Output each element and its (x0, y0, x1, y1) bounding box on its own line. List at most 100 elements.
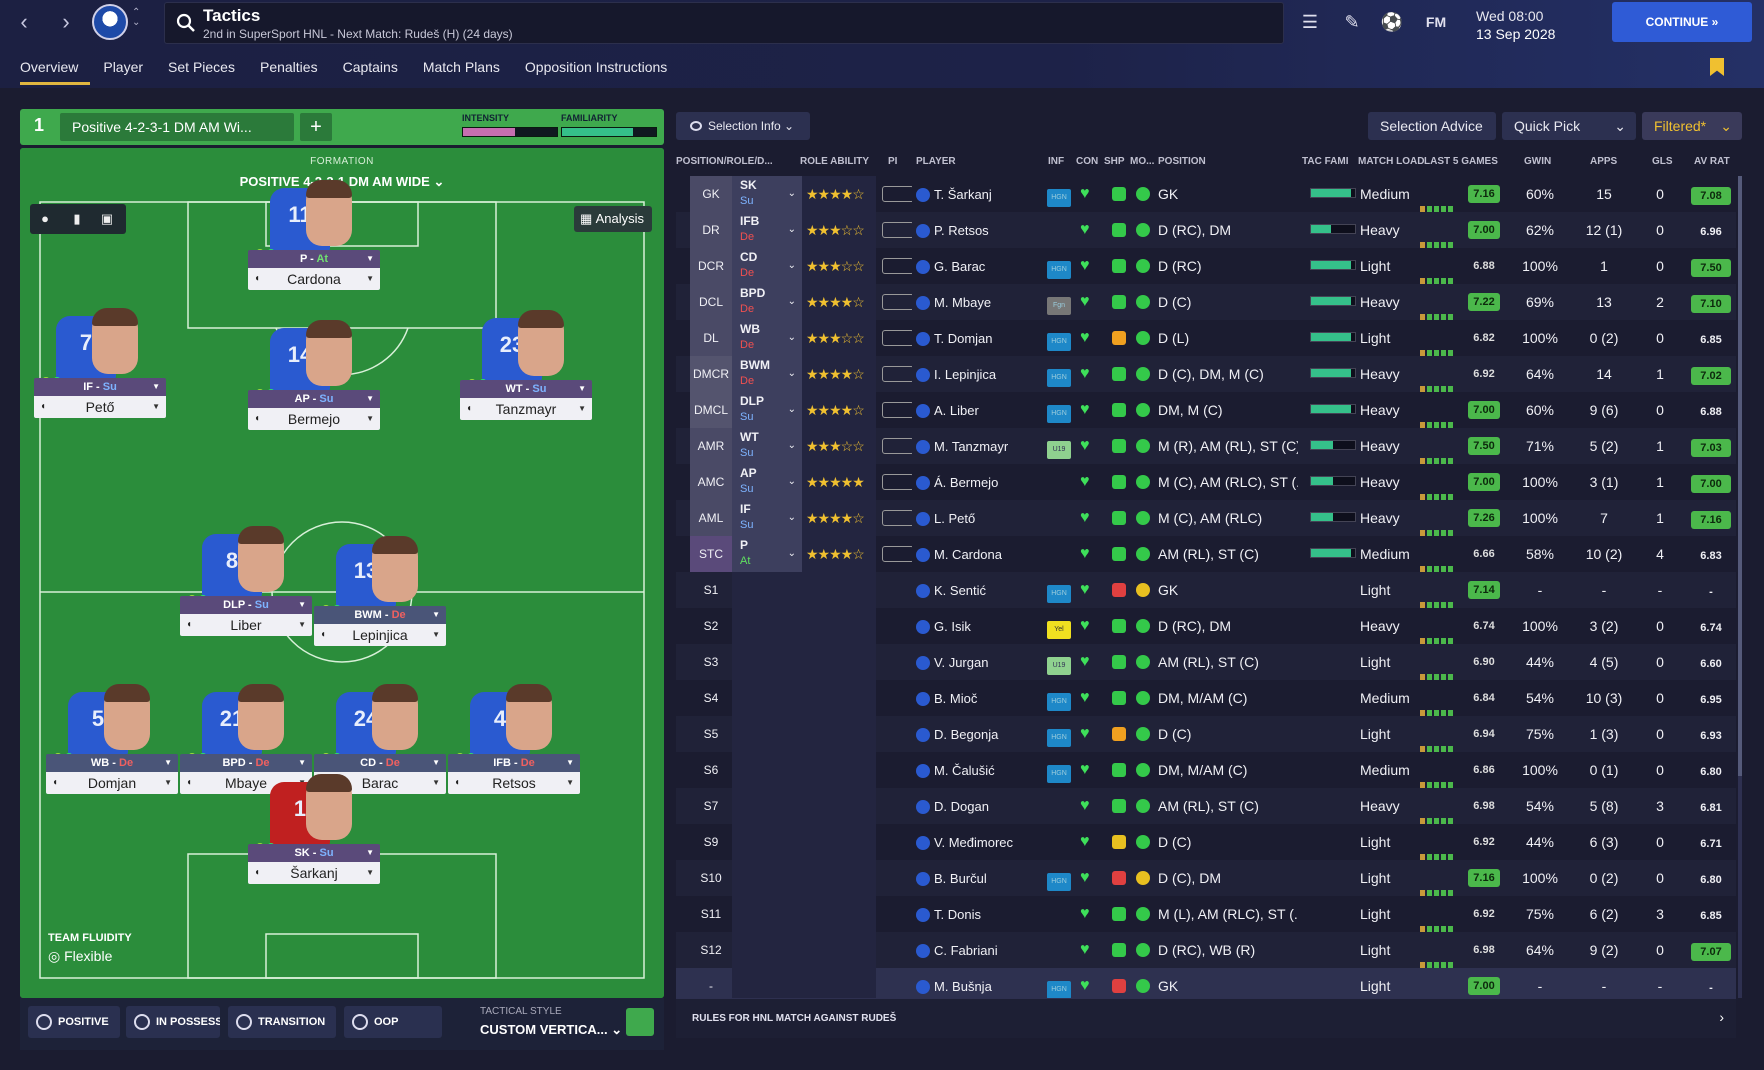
table-row[interactable]: AML IF Su ⌄ ★★★★☆ L. Pető ♥ M (C), AM (RLC) Heav… (676, 500, 1736, 536)
player-instructions[interactable] (876, 356, 912, 392)
back-arrow-icon[interactable]: ‹ (12, 10, 36, 34)
col-player[interactable]: PLAYER (916, 156, 956, 167)
table-row[interactable]: GK SK Su ⌄ ★★★★☆ T. Šarkanj HGN ♥ GK Medium 7.16 60… (676, 176, 1736, 212)
col-pi[interactable]: PI (888, 156, 897, 167)
table-row[interactable]: DL WB De ⌄ ★★★☆☆ T. Domjan HGN ♥ D (L) Light 6.82 1… (676, 320, 1736, 356)
col-last5[interactable]: LAST 5 GAMES (1424, 156, 1498, 167)
col-apps[interactable]: APPS (1590, 156, 1617, 167)
role-cell[interactable]: WT Su ⌄ (732, 428, 802, 464)
player-instructions[interactable] (876, 320, 912, 356)
filter-dropdown[interactable]: Filtered* ⌄ (1642, 112, 1742, 140)
player-cell[interactable]: T. Domjan (916, 320, 1046, 356)
player-cell[interactable]: B. Burčul (916, 860, 1046, 896)
role-cell[interactable]: AP Su ⌄ (732, 464, 802, 500)
tactical-style-selector[interactable]: CUSTOM VERTICA... ⌄ (480, 1022, 622, 1038)
player-cell[interactable]: K. Sentić (916, 572, 1046, 608)
col-pos-role[interactable]: POSITION/ROLE/D... (676, 156, 773, 167)
player-name[interactable]: ◖ Cardona ▼ (248, 268, 380, 290)
player-role[interactable]: DLP - Su ▼ (180, 596, 312, 614)
transition-button[interactable]: TRANSITION (228, 1006, 336, 1038)
player-name[interactable]: ◖ Pető ▼ (34, 396, 166, 418)
player-instructions[interactable] (876, 392, 912, 428)
player-role[interactable]: CD - De ▼ (314, 754, 446, 772)
fm-icon[interactable]: FM (1420, 10, 1452, 34)
col-position[interactable]: POSITION (1158, 156, 1206, 167)
role-cell[interactable]: P At ⌄ (732, 536, 802, 572)
continue-button[interactable]: CONTINUE » (1612, 2, 1752, 42)
rules-bar[interactable]: RULES FOR HNL MATCH AGAINST RUDEŠ › (676, 998, 1736, 1038)
col-inf[interactable]: INF (1048, 156, 1064, 167)
player-cell[interactable]: I. Lepinjica (916, 356, 1046, 392)
col-role-ability[interactable]: ROLE ABILITY (800, 156, 869, 167)
selection-info-dropdown[interactable]: Selection Info ⌄ (676, 112, 810, 140)
player-name[interactable]: ◖ Domjan ▼ (46, 772, 178, 794)
player-cell[interactable]: D. Dogan (916, 788, 1046, 824)
player-name[interactable]: ◖ Tanzmayr ▼ (460, 398, 592, 420)
col-gls[interactable]: GLS (1652, 156, 1673, 167)
col-con[interactable]: CON (1076, 156, 1098, 167)
player-cell[interactable]: P. Retsos (916, 212, 1046, 248)
player-role[interactable]: IFB - De ▼ (448, 754, 580, 772)
player-role[interactable]: P - At ▼ (248, 250, 380, 268)
tactic-selector[interactable]: Positive 4-2-3-1 DM AM Wi... (60, 113, 294, 141)
table-row[interactable]: S5 D. Begonja HGN ♥ D (C) Light 6.94 75% 1 (3) 0 6… (676, 716, 1736, 752)
col-mo[interactable]: MO... (1130, 156, 1154, 167)
table-row[interactable]: S11 T. Donis ♥ M (L), AM (RLC), ST (... Ligh… (676, 896, 1736, 932)
tab-set-pieces[interactable]: Set Pieces (168, 55, 247, 85)
table-row[interactable]: S7 D. Dogan ♥ AM (RL), ST (C) Heavy 6.98 54% 5 … (676, 788, 1736, 824)
role-cell[interactable]: IF Su ⌄ (732, 500, 802, 536)
oop-button[interactable]: OOP (344, 1006, 442, 1038)
tab-match-plans[interactable]: Match Plans (423, 55, 512, 85)
bar-chart-icon[interactable]: ▮ (66, 208, 88, 230)
pitch-player-liber[interactable]: 8 DLP - Su ▼ ◖ Liber ▼ (180, 526, 312, 636)
style-settings-button[interactable] (626, 1008, 654, 1036)
player-cell[interactable]: L. Pető (916, 500, 1046, 536)
player-role[interactable]: AP - Su ▼ (248, 390, 380, 408)
player-instructions[interactable] (876, 212, 912, 248)
positive-button[interactable]: POSITIVE (28, 1006, 120, 1038)
col-gwin[interactable]: GWIN (1524, 156, 1551, 167)
player-instructions[interactable] (876, 248, 912, 284)
table-row[interactable]: S10 B. Burčul HGN ♥ D (C), DM Light 7.16 100% 0 … (676, 860, 1736, 896)
table-row[interactable]: S6 M. Čalušić HGN ♥ DM, M/AM (C) Medium 6.86 10… (676, 752, 1736, 788)
player-name[interactable]: ◖ Lepinjica ▼ (314, 624, 446, 646)
player-instructions[interactable] (876, 428, 912, 464)
add-tactic-button[interactable]: + (300, 113, 332, 141)
table-row[interactable]: S12 C. Fabriani ♥ D (RC), WB (R) Light 6.98 64… (676, 932, 1736, 968)
role-cell[interactable]: SK Su ⌄ (732, 176, 802, 212)
player-role[interactable]: WB - De ▼ (46, 754, 178, 772)
table-row[interactable]: S1 K. Sentić HGN ♥ GK Light 7.14 - - - - (676, 572, 1736, 608)
role-cell[interactable]: IFB De ⌄ (732, 212, 802, 248)
player-cell[interactable]: B. Mioč (916, 680, 1046, 716)
player-cell[interactable]: M. Cardona (916, 536, 1046, 572)
pitch-player-retsos[interactable]: 4 IFB - De ▼ ◖ Retsos ▼ (448, 684, 580, 794)
table-row[interactable]: DCL BPD De ⌄ ★★★★☆ M. Mbaye Fgn ♥ D (C) Heavy 7.22… (676, 284, 1736, 320)
player-cell[interactable]: M. Bušnja (916, 968, 1046, 998)
table-row[interactable]: - M. Bušnja HGN ♥ GK Light 7.00 - - - - (676, 968, 1736, 998)
player-role[interactable]: BWM - De ▼ (314, 606, 446, 624)
analysis-button[interactable]: ▦ Analysis (574, 206, 652, 232)
tab-opposition-instructions[interactable]: Opposition Instructions (525, 55, 679, 85)
tab-captains[interactable]: Captains (343, 55, 410, 85)
forward-arrow-icon[interactable]: › (54, 10, 78, 34)
pitch-player-domjan[interactable]: 5 WB - De ▼ ◖ Domjan ▼ (46, 684, 178, 794)
view-icon[interactable]: ● (34, 208, 56, 230)
tab-player[interactable]: Player (103, 55, 155, 85)
table-row[interactable]: DR IFB De ⌄ ★★★☆☆ P. Retsos ♥ D (RC), DM Heavy 7.… (676, 212, 1736, 248)
pitch-player-tanzmayr[interactable]: 23 WT - Su ▼ ◖ Tanzmayr ▼ (460, 310, 592, 420)
in-possession-button[interactable]: IN POSSESSI... (126, 1006, 220, 1038)
role-cell[interactable]: WB De ⌄ (732, 320, 802, 356)
scroll-thumb[interactable] (1738, 176, 1742, 776)
ball-icon[interactable]: ⚽ (1380, 10, 1404, 34)
pitch-player-peto[interactable]: 7 IF - Su ▼ ◖ Pető ▼ (34, 308, 166, 418)
player-cell[interactable]: Á. Bermejo (916, 464, 1046, 500)
table-row[interactable]: DMCL DLP Su ⌄ ★★★★☆ A. Liber HGN ♥ DM, M (C) Heav… (676, 392, 1736, 428)
role-cell[interactable]: BPD De ⌄ (732, 284, 802, 320)
player-instructions[interactable] (876, 284, 912, 320)
tab-penalties[interactable]: Penalties (260, 55, 330, 85)
selection-advice-button[interactable]: Selection Advice (1368, 112, 1496, 140)
menu-icon[interactable]: ☰ (1298, 10, 1322, 34)
table-row[interactable]: S3 V. Jurgan U19 ♥ AM (RL), ST (C) Light 6.90 4… (676, 644, 1736, 680)
player-instructions[interactable] (876, 500, 912, 536)
pitch-player-cardona[interactable]: 11 P - At ▼ ◖ Cardona ▼ (248, 180, 380, 290)
